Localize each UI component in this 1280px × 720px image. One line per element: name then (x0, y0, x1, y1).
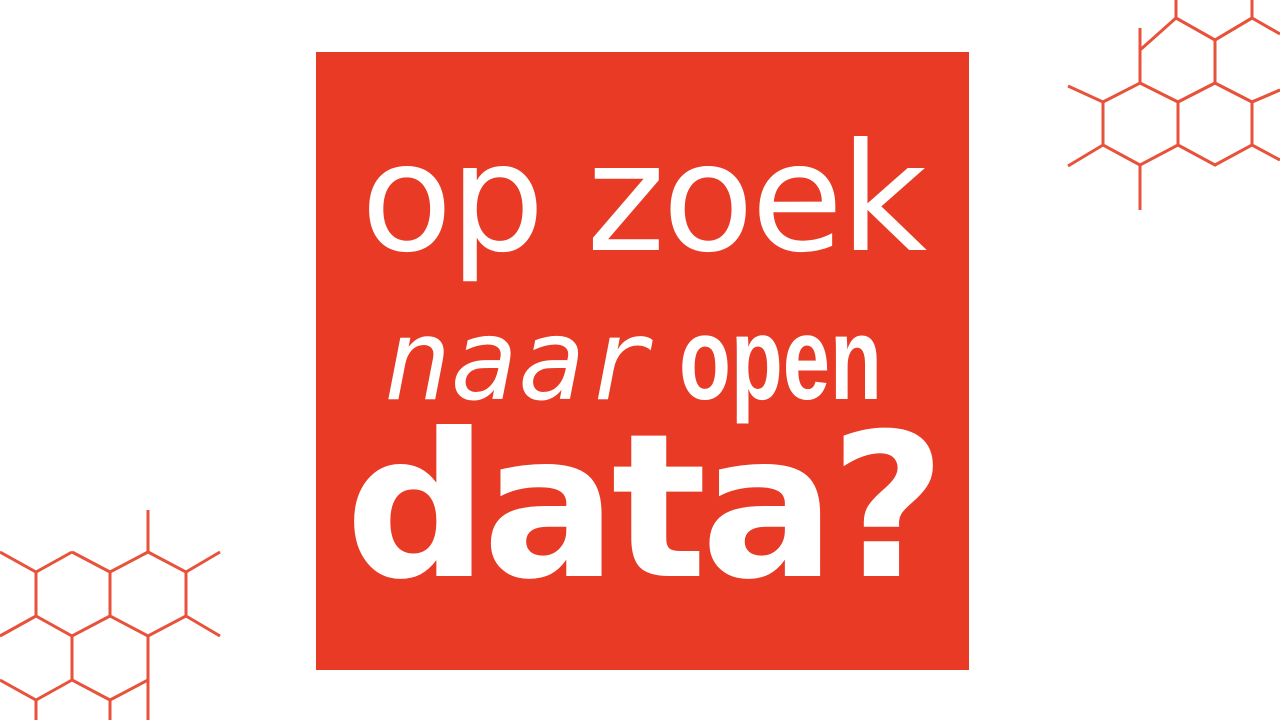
hexagon-pattern-top-right (1067, 0, 1280, 210)
hexagon-pattern-bottom-left (0, 510, 221, 720)
headline-box: op zoek naar open data? (316, 52, 969, 670)
headline-line-3: data? (345, 391, 946, 624)
headline-line-1: op zoek (360, 112, 927, 286)
